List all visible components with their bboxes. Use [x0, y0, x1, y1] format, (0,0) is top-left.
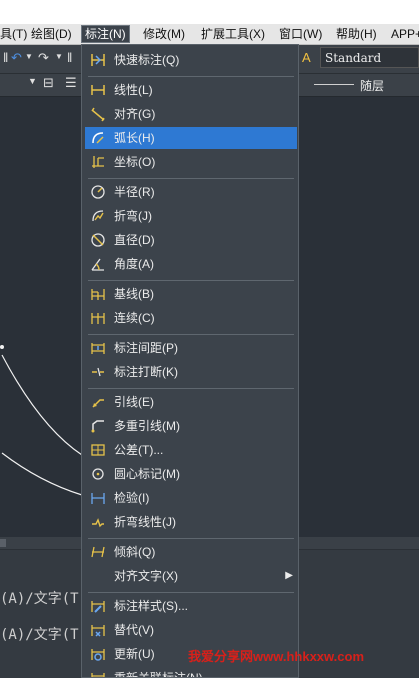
angular-icon [90, 256, 106, 272]
menu-item-linear[interactable]: 线性(L) [85, 79, 297, 101]
oblique-icon [90, 544, 106, 560]
menu-item-aligned[interactable]: 对齐(G) [85, 103, 297, 125]
menu-tools[interactable]: 具(T) [0, 26, 27, 42]
menu-item-leader[interactable]: 引线(E) [85, 391, 297, 413]
menu-item-align-text[interactable]: 对齐文字(X) ▶ [85, 565, 297, 587]
menu-item-continue[interactable]: 连续(C) [85, 307, 297, 329]
watermark-text: 我爱分享网www.hhkxxw.com [188, 649, 365, 664]
redo-icon[interactable]: ↷ [38, 50, 49, 66]
ordinate-icon [90, 154, 106, 170]
menu-window[interactable]: 窗口(W) [279, 26, 322, 42]
diameter-icon [90, 232, 106, 248]
undo-icon[interactable]: ↶ [11, 50, 22, 66]
text-style-select[interactable]: Standard [320, 47, 419, 68]
override-icon [90, 622, 106, 638]
dimension-space-icon [90, 340, 106, 356]
leader-icon [90, 394, 106, 410]
jogged-linear-icon [90, 514, 106, 530]
update-icon [90, 646, 106, 662]
menu-item-arc-length[interactable]: 弧长(H) [85, 127, 297, 149]
baseline-icon [90, 286, 106, 302]
menu-item-radius[interactable]: 半径(R) [85, 181, 297, 203]
menu-item-oblique[interactable]: 倾斜(Q) [85, 541, 297, 563]
toolbar-separator-icon: ‖ [67, 50, 73, 65]
tolerance-icon [90, 442, 106, 458]
quick-dimension-icon [90, 52, 106, 68]
menu-item-dimension-break[interactable]: 标注打断(K) [85, 361, 297, 383]
dimension-menu: 快速标注(Q) 线性(L) 对齐(G) 弧长(H) 坐标(O) 半径(R) 折弯… [81, 44, 299, 678]
multileader-icon [90, 418, 106, 434]
menu-draw[interactable]: 绘图(D) [31, 26, 72, 42]
arc-length-icon [90, 130, 106, 146]
radius-icon [90, 184, 106, 200]
menu-modify[interactable]: 修改(M) [143, 26, 185, 42]
dimension-break-icon [90, 364, 106, 380]
menu-item-dimension-style[interactable]: 标注样式(S)... [85, 595, 297, 617]
undo-dropdown-icon[interactable]: ▼ [25, 52, 33, 61]
menu-help[interactable]: 帮助(H) [336, 26, 377, 42]
linear-dimension-icon [90, 82, 106, 98]
menu-item-tolerance[interactable]: 公差(T)... [85, 439, 297, 461]
inspection-icon [90, 490, 106, 506]
menu-bar: 具(T) 绘图(D) 标注(N) 修改(M) 扩展工具(X) 窗口(W) 帮助(… [0, 24, 419, 45]
menu-item-quick-dimension[interactable]: 快速标注(Q) [85, 49, 297, 71]
center-mark-icon [90, 466, 106, 482]
menu-item-inspection[interactable]: 检验(I) [85, 487, 297, 509]
menu-item-ordinate[interactable]: 坐标(O) [85, 151, 297, 173]
continue-icon [90, 310, 106, 326]
menu-item-multileader[interactable]: 多重引线(M) [85, 415, 297, 437]
aligned-dimension-icon [90, 106, 106, 122]
dimension-style-icon [90, 598, 106, 614]
menu-item-center-mark[interactable]: 圆心标记(M) [85, 463, 297, 485]
linetype-preview [314, 84, 354, 85]
menu-item-dimension-space[interactable]: 标注间距(P) [85, 337, 297, 359]
menu-item-jogged-linear[interactable]: 折弯线性(J) [85, 511, 297, 533]
menu-item-jogged[interactable]: 折弯(J) [85, 205, 297, 227]
redo-dropdown-icon[interactable]: ▼ [55, 52, 63, 61]
menu-item-reassociate[interactable]: 重新关联标注(N) [85, 667, 297, 677]
menu-item-angular[interactable]: 角度(A) [85, 253, 297, 275]
menu-item-baseline[interactable]: 基线(B) [85, 283, 297, 305]
menu-app[interactable]: APP+ [391, 26, 419, 42]
toolbar-grip-icon: ‖ [3, 50, 9, 65]
submenu-arrow-icon: ▶ [285, 570, 293, 581]
text-style-icon: A [302, 50, 311, 65]
layer-state-icon[interactable]: ☰ [65, 75, 77, 91]
title-strip [0, 0, 419, 24]
layer-dropdown-icon[interactable]: ▼ [28, 76, 37, 86]
menu-item-diameter[interactable]: 直径(D) [85, 229, 297, 251]
command-history-line: (A)/文字(T [0, 591, 79, 607]
reassociate-icon [90, 670, 106, 677]
layer-manager-icon[interactable]: ⊟ [43, 75, 54, 91]
linetype-select[interactable]: 随层 [360, 77, 384, 94]
jogged-icon [90, 208, 106, 224]
menu-express-tools[interactable]: 扩展工具(X) [201, 26, 265, 42]
menu-item-override[interactable]: 替代(V) [85, 619, 297, 641]
menu-dimension[interactable]: 标注(N) [81, 25, 130, 43]
command-history-line: (A)/文字(T [0, 627, 79, 643]
